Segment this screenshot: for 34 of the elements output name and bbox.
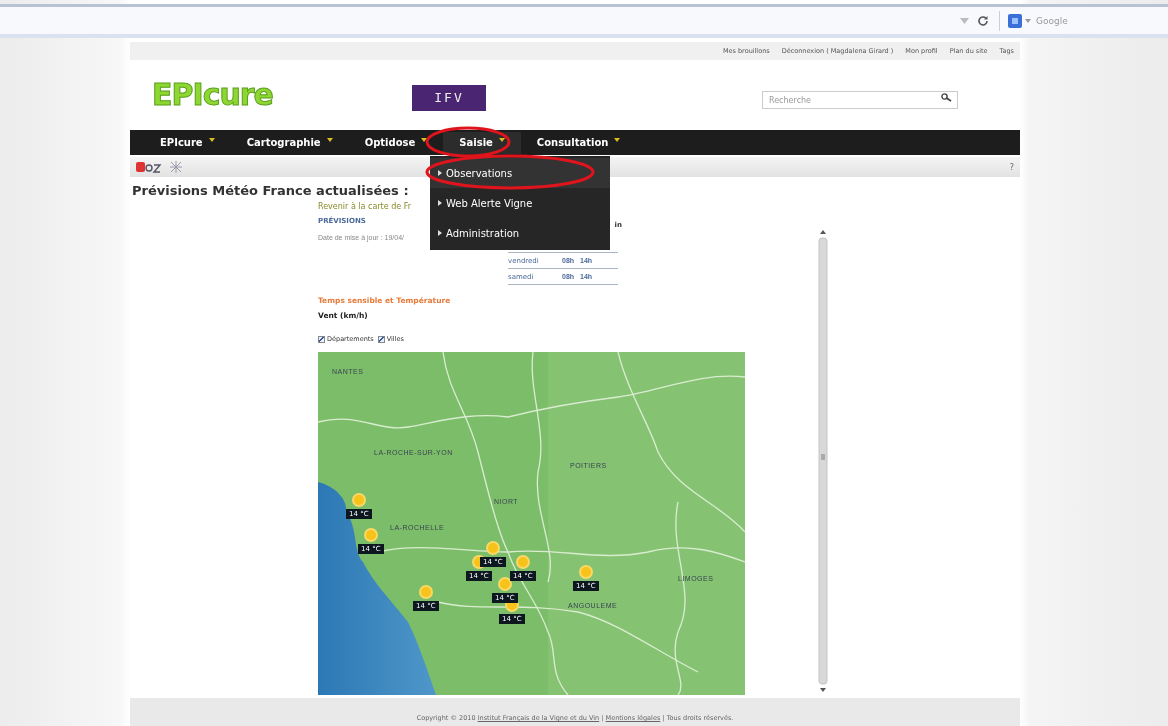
- arrow-icon: [438, 230, 442, 236]
- sun-icon: [354, 495, 364, 506]
- search-icon[interactable]: [941, 92, 952, 102]
- caret-icon: [498, 137, 505, 142]
- browser-search-field[interactable]: Google: [1034, 14, 1138, 27]
- nav-tab[interactable]: Saisie: [443, 131, 521, 154]
- caret-icon: [208, 137, 215, 142]
- caret-icon: [326, 137, 333, 142]
- checkbox[interactable]: [377, 335, 385, 343]
- menu-item[interactable]: Administration: [430, 218, 610, 248]
- sun-icon: [366, 530, 376, 541]
- arrow-icon: [438, 200, 442, 206]
- menu-item[interactable]: Web Alerte Vigne: [430, 188, 610, 218]
- nav-tab[interactable]: Cartographie: [230, 131, 349, 154]
- search-field[interactable]: Recherche: [762, 91, 958, 110]
- caret-icon: [421, 137, 428, 142]
- checkbox[interactable]: [318, 335, 325, 343]
- sun-icon: [581, 567, 591, 578]
- nav-tab[interactable]: Optidose: [348, 131, 444, 154]
- caret-icon: [614, 137, 621, 142]
- nav-tab[interactable]: Consultation: [520, 131, 637, 154]
- reload-icon[interactable]: [977, 14, 989, 27]
- sun-icon: [518, 557, 528, 568]
- caret-icon[interactable]: [1025, 18, 1031, 23]
- nav-tab[interactable]: EPIcure: [144, 131, 231, 154]
- ez-logo-icon[interactable]: [136, 161, 162, 174]
- search-engine-icon[interactable]: [1008, 13, 1022, 28]
- sun-icon: [500, 579, 510, 590]
- arrow-icon: [438, 170, 442, 176]
- page-title: Prévisions Météo France actualisées :: [132, 183, 410, 199]
- sun-icon: [488, 543, 498, 554]
- sun-icon: [421, 587, 431, 598]
- partner-logo: IFV: [412, 84, 486, 111]
- help-button[interactable]: ?: [1009, 162, 1014, 172]
